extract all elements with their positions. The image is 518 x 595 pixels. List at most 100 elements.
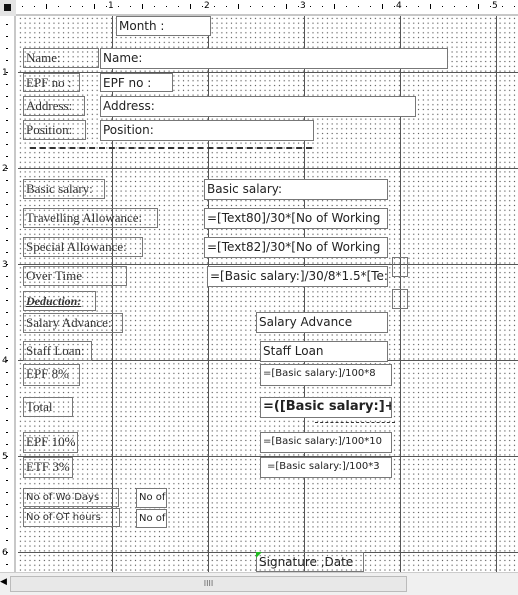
ruler-tick [274,6,275,7]
dotted-line [315,422,395,423]
ruler-tick [6,552,8,553]
ruler-tick [6,468,8,469]
ruler-tick [6,252,8,253]
ruler-tick [6,516,8,517]
report-design-grid[interactable]: Month : Name: Name: EPF no : EPF no : Ad… [18,16,518,572]
basic-salary-label[interactable]: Basic salary: [23,179,105,199]
ruler-tick [466,6,467,7]
signature-date-label[interactable]: Signature ,Date [256,552,364,572]
small-control[interactable] [392,257,408,277]
ruler-tick [490,6,491,7]
special-allowance-label[interactable]: Special Allowance: [23,237,143,257]
ruler-tick [6,420,8,421]
name-field[interactable]: Name: [100,48,448,69]
ruler-tick [310,6,311,7]
working-days-field[interactable]: No of [136,488,167,508]
working-days-label[interactable]: No of Wo Days [23,488,119,507]
basic-salary-field[interactable]: Basic salary: [204,179,388,200]
ruler-tick [6,276,8,277]
ruler-tick [130,6,131,7]
dashed-line [30,147,312,149]
ruler-tick [262,6,263,7]
ruler-tick [394,6,395,7]
ruler-tick [6,108,8,109]
total-label[interactable]: Total [23,397,73,417]
ruler-tick [94,4,95,9]
ruler-tick [6,228,8,229]
ruler-tick [6,24,8,25]
ruler-tick [178,6,179,7]
ruler-tick [6,504,8,505]
ruler-tick [6,120,8,121]
ruler-tick [46,4,47,9]
ruler-tick [514,6,515,7]
horizontal-ruler[interactable]: 1 2 3 4 5 [16,0,518,16]
ruler-tick [454,6,455,7]
address-field[interactable]: Address: [100,96,416,117]
ruler-tick [238,4,239,9]
horizontal-scrollbar[interactable]: ◀ IIII [0,572,518,595]
ruler-mark: 3 [300,1,306,11]
vertical-ruler[interactable]: 1 2 3 4 5 6 [0,16,16,572]
ruler-tick [6,264,8,265]
ruler-tick [250,6,251,7]
scrollbar-thumb[interactable]: IIII [10,576,407,592]
ot-hours-field[interactable]: No of [136,509,167,528]
epf-10-label[interactable]: EPF 10% [23,432,78,453]
name-label[interactable]: Name: [23,48,99,68]
ruler-tick [442,6,443,7]
ruler-mark: 1 [2,68,8,78]
address-label[interactable]: Address: [23,96,85,116]
ruler-tick [6,348,8,349]
ruler-tick [22,6,23,7]
special-allowance-field[interactable]: =[Text82]/30*[No of Working [204,237,388,258]
epf-10-field[interactable]: =[Basic salary:]/100*10 [260,432,392,453]
scroll-left-icon[interactable]: ◀ [0,577,7,587]
ruler-tick [6,180,8,181]
ruler-mark: 2 [2,164,8,174]
travelling-allowance-label[interactable]: Travelling Allowance: [23,208,158,228]
position-label[interactable]: Position: [23,120,86,140]
staff-loan-field[interactable]: Staff Loan [260,341,388,362]
etf-3-field[interactable]: =[Basic salary:]/100*3 [260,457,392,478]
ruler-tick [6,168,8,169]
ruler-tick [6,408,8,409]
ruler-tick [6,444,8,445]
over-time-label[interactable]: Over Time [23,266,127,286]
epf-8-field[interactable]: =[Basic salary:]/100*8 [260,364,392,386]
ruler-tick [190,4,191,9]
salary-advance-field[interactable]: Salary Advance [256,312,388,333]
deduction-label[interactable]: Deduction: [23,291,96,311]
epf-no-field[interactable]: EPF no : [100,73,173,92]
month-field[interactable]: Month : [116,16,211,36]
staff-loan-label[interactable]: Staff Loan: [23,341,92,361]
epf-no-label[interactable]: EPF no : [23,73,80,92]
ruler-tick [58,6,59,7]
ruler-tick [6,96,8,97]
etf-3-label[interactable]: ETF 3% [23,457,73,478]
ruler-tick [6,300,8,301]
salary-advance-label[interactable]: Salary Advance: [23,313,123,333]
ruler-tick [6,456,8,457]
position-field[interactable]: Position: [100,120,314,141]
ruler-tick [6,396,8,397]
ruler-mark: 4 [396,1,402,11]
travelling-allowance-field[interactable]: =[Text80]/30*[No of Working [204,208,388,229]
ruler-mark: 6 [2,548,8,558]
ruler-mark: 1 [108,1,114,11]
ruler-tick [6,432,8,433]
epf-8-label[interactable]: EPF 8% [23,364,80,386]
ruler-tick [6,156,8,157]
ruler-tick [166,6,167,7]
selection-handle[interactable] [256,552,262,558]
total-field[interactable]: =([Basic salary:]+[Tı [260,397,392,418]
ruler-tick [6,144,8,145]
over-time-field[interactable]: =[Basic salary:]/30/8*1.5*[Te: [207,266,388,287]
ot-hours-label[interactable]: No of OT hours [23,508,120,527]
ruler-tick [6,132,8,133]
ruler-tick [6,540,8,541]
ruler-tick [6,204,8,205]
ruler-tick [6,480,8,481]
select-report-button[interactable] [0,0,16,16]
small-control[interactable] [392,289,408,309]
